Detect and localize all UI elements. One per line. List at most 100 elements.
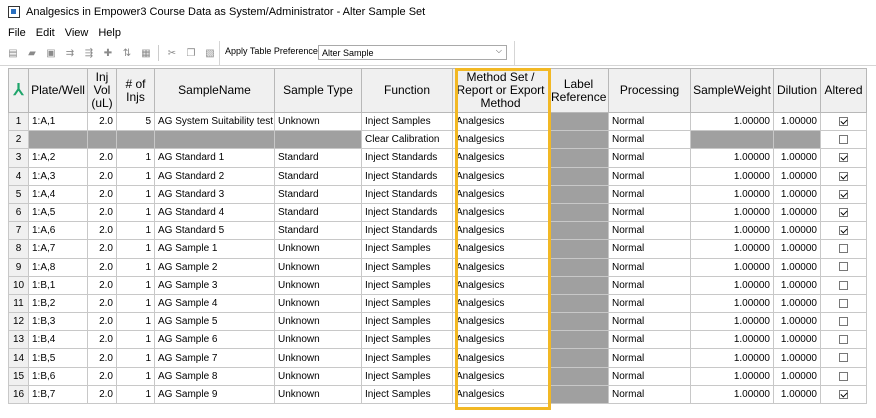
cell-inj-vol[interactable]: 2.0 — [87, 293, 117, 314]
cell-label-reference[interactable] — [548, 348, 609, 368]
table-row[interactable]: 13 1:B,4 2.0 1 AG Sample 6 Unknown Inject Samp… — [8, 330, 867, 350]
altered-checkbox-checked[interactable] — [839, 153, 848, 163]
cell-method-set[interactable]: Analgesics — [452, 148, 549, 168]
cell-processing[interactable]: Normal — [608, 348, 691, 368]
cell-sample-type[interactable]: Unknown — [274, 275, 362, 295]
cell-plate-well[interactable]: 1:B,6 — [28, 366, 88, 386]
cell-num-injs[interactable]: 1 — [116, 366, 155, 386]
cell-sample-name[interactable]: AG Sample 1 — [154, 239, 275, 259]
cell-function[interactable]: Inject Standards — [361, 221, 453, 241]
col-sample-name[interactable]: SampleName — [154, 68, 275, 113]
cell-label-reference[interactable] — [548, 239, 609, 259]
sort-icon[interactable]: ⇅ — [121, 47, 133, 59]
altered-checkbox-unchecked[interactable] — [839, 262, 848, 272]
cell-processing[interactable]: Normal — [608, 366, 691, 386]
cell-dilution[interactable]: 1.00000 — [773, 348, 821, 368]
cell-sample-weight[interactable]: 1.00000 — [690, 239, 774, 259]
cell-dilution[interactable]: 1.00000 — [773, 275, 821, 295]
cell-method-set[interactable]: Analgesics — [452, 366, 549, 386]
table-row[interactable]: 4 1:A,3 2.0 1 AG Standard 2 Standard Inject St… — [8, 166, 867, 186]
cell-sample-name[interactable]: AG Standard 4 — [154, 202, 275, 223]
altered-checkbox-checked[interactable] — [839, 171, 848, 181]
cell-function[interactable]: Inject Samples — [361, 239, 453, 259]
col-altered[interactable]: Altered — [820, 68, 867, 113]
col-method-set[interactable]: Method Set / Report or Export Method — [452, 68, 549, 113]
cell-label-reference[interactable] — [548, 130, 609, 150]
cell-plate-well[interactable]: 1:B,4 — [28, 330, 88, 350]
row-number[interactable]: 12 — [8, 312, 29, 332]
cell-label-reference[interactable] — [548, 221, 609, 241]
cell-num-injs[interactable]: 1 — [116, 184, 155, 204]
cell-num-injs[interactable]: 5 — [116, 111, 155, 132]
altered-checkbox-unchecked[interactable] — [839, 353, 848, 363]
cell-num-injs[interactable]: 1 — [116, 257, 155, 277]
cell-num-injs[interactable]: 1 — [116, 202, 155, 223]
cell-sample-weight[interactable]: 1.00000 — [690, 202, 774, 223]
col-sample-type[interactable]: Sample Type — [274, 68, 362, 113]
row-number[interactable]: 4 — [8, 166, 29, 186]
cell-sample-weight[interactable]: 1.00000 — [690, 111, 774, 132]
paste-icon[interactable]: ▧ — [204, 47, 216, 59]
cell-dilution[interactable]: 1.00000 — [773, 202, 821, 223]
cell-inj-vol[interactable]: 2.0 — [87, 384, 117, 405]
cell-sample-weight[interactable]: 1.00000 — [690, 348, 774, 368]
cell-function[interactable]: Inject Samples — [361, 293, 453, 314]
cell-method-set[interactable]: Analgesics — [452, 384, 549, 405]
cell-inj-vol[interactable]: 2.0 — [87, 111, 117, 132]
altered-checkbox-unchecked[interactable] — [839, 317, 848, 327]
cell-num-injs[interactable]: 1 — [116, 384, 155, 405]
cell-dilution[interactable]: 1.00000 — [773, 293, 821, 314]
cell-processing[interactable]: Normal — [608, 202, 691, 223]
row-number[interactable]: 2 — [8, 130, 29, 150]
cell-num-injs[interactable]: 1 — [116, 293, 155, 314]
cell-method-set[interactable]: Analgesics — [452, 166, 549, 186]
cell-sample-name[interactable]: AG Standard 5 — [154, 221, 275, 241]
cell-sample-type[interactable]: Standard — [274, 148, 362, 168]
cell-sample-type[interactable]: Unknown — [274, 239, 362, 259]
cell-plate-well[interactable]: 1:B,1 — [28, 275, 88, 295]
cell-processing[interactable]: Normal — [608, 148, 691, 168]
menu-help[interactable]: Help — [98, 27, 121, 39]
cell-sample-name[interactable] — [154, 130, 275, 150]
altered-checkbox-checked[interactable] — [839, 207, 848, 217]
cell-sample-name[interactable]: AG Standard 3 — [154, 184, 275, 204]
save-icon[interactable]: ▣ — [45, 47, 57, 59]
cell-processing[interactable]: Normal — [608, 312, 691, 332]
cell-method-set[interactable]: Analgesics — [452, 293, 549, 314]
altered-checkbox-unchecked[interactable] — [839, 280, 848, 290]
cell-plate-well[interactable]: 1:B,5 — [28, 348, 88, 368]
cell-inj-vol[interactable]: 2.0 — [87, 257, 117, 277]
cell-sample-type[interactable]: Unknown — [274, 312, 362, 332]
open-icon[interactable]: ▰ — [26, 47, 38, 59]
cut-icon[interactable]: ✂ — [166, 47, 178, 59]
copy-icon[interactable]: ❐ — [185, 47, 197, 59]
cell-sample-weight[interactable]: 1.00000 — [690, 384, 774, 405]
cell-method-set[interactable]: Analgesics — [452, 221, 549, 241]
cell-sample-name[interactable]: AG Standard 2 — [154, 166, 275, 186]
cell-processing[interactable]: Normal — [608, 111, 691, 132]
cell-plate-well[interactable]: 1:A,3 — [28, 166, 88, 186]
cell-sample-weight[interactable]: 1.00000 — [690, 184, 774, 204]
cell-plate-well[interactable] — [28, 130, 88, 150]
cell-sample-weight[interactable]: 1.00000 — [690, 257, 774, 277]
altered-checkbox-unchecked[interactable] — [839, 135, 848, 145]
table-preferences-select[interactable]: Alter Sample ⌵ — [318, 45, 507, 60]
new-row-icon[interactable]: ▤ — [7, 47, 19, 59]
cell-function[interactable]: Inject Samples — [361, 111, 453, 132]
cell-sample-type[interactable]: Standard — [274, 166, 362, 186]
cell-plate-well[interactable]: 1:A,7 — [28, 239, 88, 259]
row-number[interactable]: 7 — [8, 221, 29, 241]
cell-function[interactable]: Inject Samples — [361, 330, 453, 350]
cell-sample-type[interactable]: Unknown — [274, 330, 362, 350]
insert-icon[interactable]: ✚ — [102, 47, 114, 59]
cell-inj-vol[interactable]: 2.0 — [87, 184, 117, 204]
table-row[interactable]: 14 1:B,5 2.0 1 AG Sample 7 Unknown Inject Samp… — [8, 348, 867, 368]
cell-sample-type[interactable]: Unknown — [274, 293, 362, 314]
col-dilution[interactable]: Dilution — [773, 68, 821, 113]
altered-checkbox-unchecked[interactable] — [839, 298, 848, 308]
cell-num-injs[interactable]: 1 — [116, 166, 155, 186]
row-number[interactable]: 3 — [8, 148, 29, 168]
col-label-reference[interactable]: Label Reference — [548, 68, 609, 113]
cell-processing[interactable]: Normal — [608, 257, 691, 277]
row-number[interactable]: 11 — [8, 293, 29, 314]
